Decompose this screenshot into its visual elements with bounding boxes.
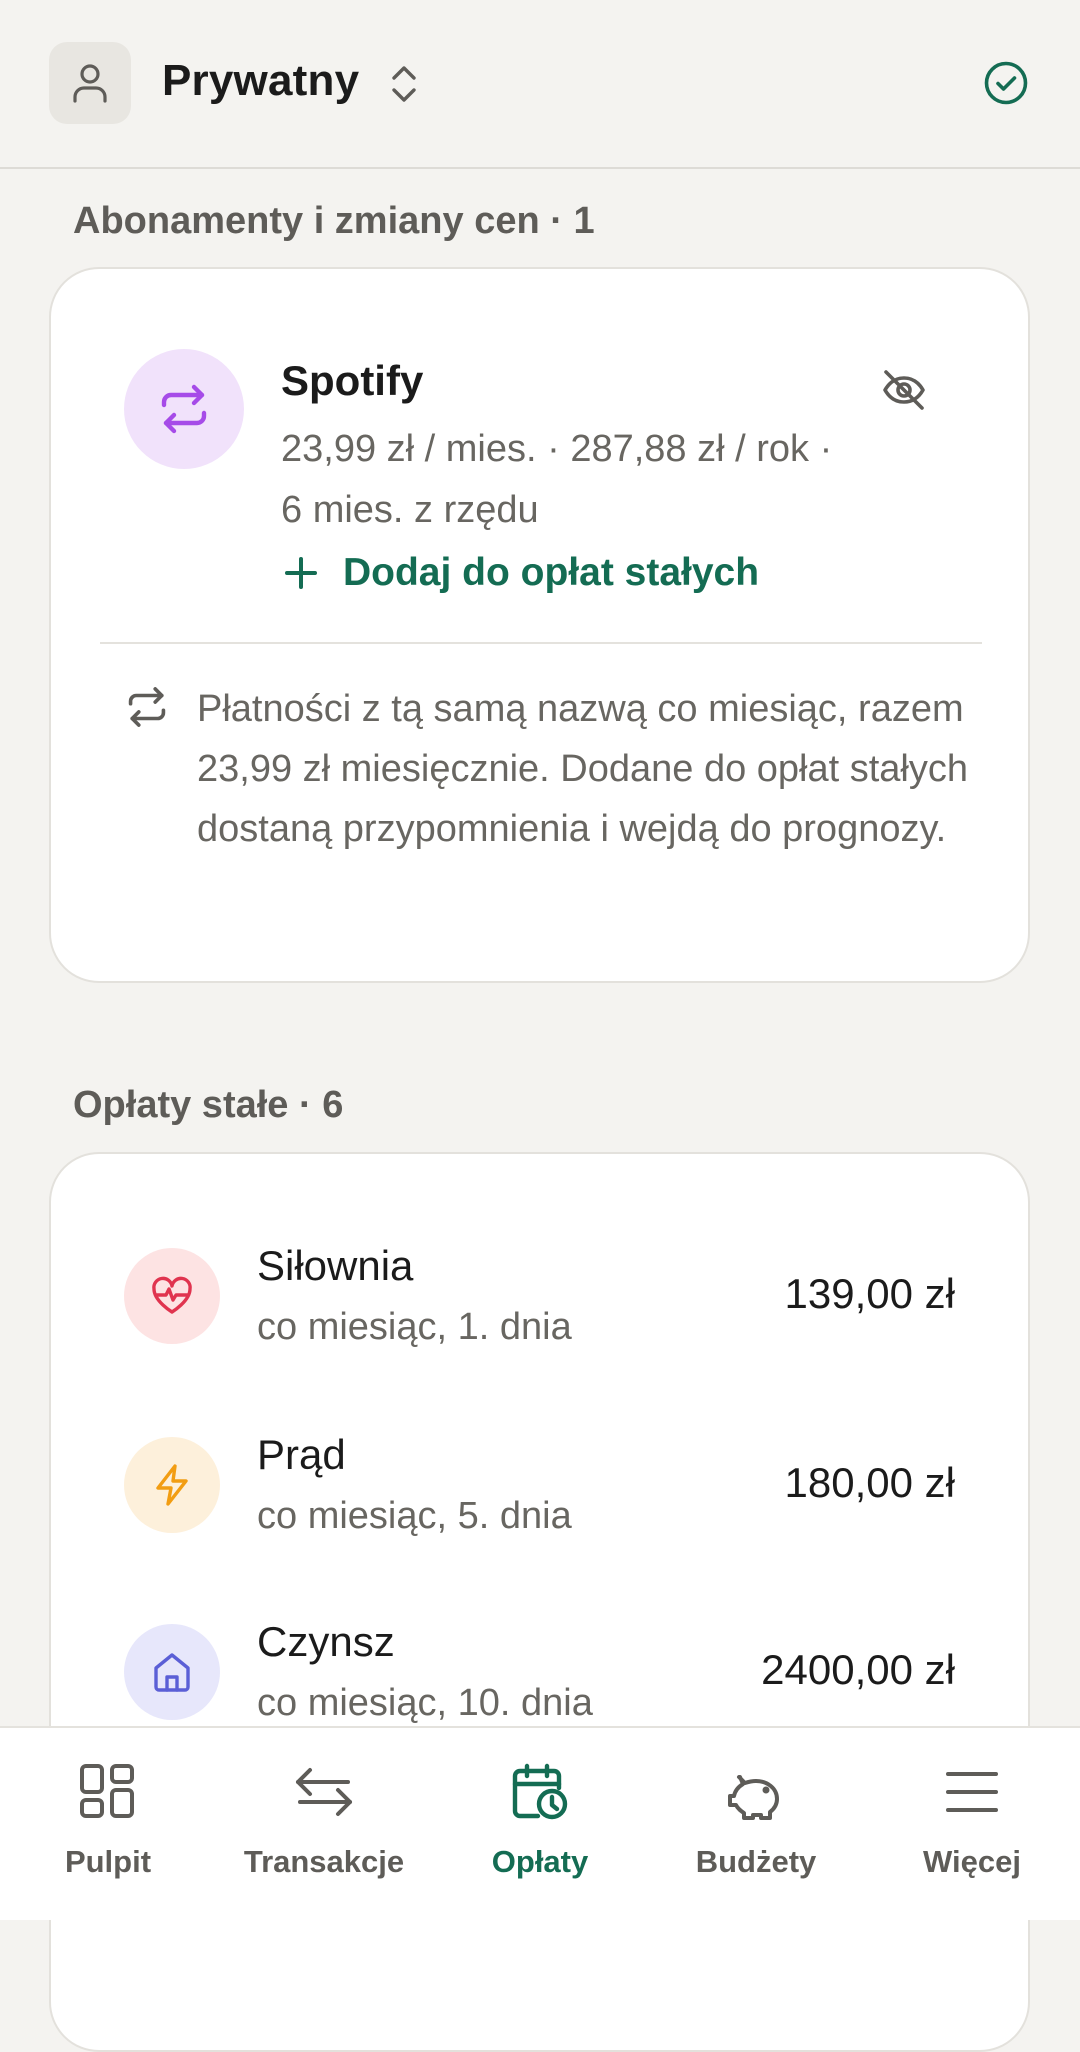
bill-amount: 139,00 zł [784,1270,955,1317]
nav-item-pulpit[interactable]: Pulpit [0,1728,216,1922]
bill-name: Prąd [257,1431,346,1478]
bill-name: Czynsz [257,1618,395,1665]
repeat-icon [124,684,170,730]
repeat-icon [156,381,212,437]
calendar-clock-icon [510,1762,570,1822]
nav-item-budzety[interactable]: Budżety [648,1728,864,1922]
app-header: Prywatny [0,0,1080,169]
bottom-navigation: Pulpit Transakcje Opłaty Budżety Więcej [0,1726,1080,1920]
chevron-up-down-icon[interactable] [386,62,422,106]
nav-label: Opłaty [491,1844,589,1879]
nav-label: Budżety [695,1844,817,1879]
menu-icon [942,1762,1002,1822]
bill-schedule: co miesiąc, 10. dnia [257,1682,593,1724]
bill-amount: 180,00 zł [784,1459,955,1506]
check-circle-icon[interactable] [983,60,1029,106]
home-icon [149,1649,195,1695]
nav-item-transakcje[interactable]: Transakcje [216,1728,432,1922]
subscription-avatar [124,349,244,469]
profile-name[interactable]: Prywatny [162,56,359,106]
bill-schedule: co miesiąc, 5. dnia [257,1495,572,1537]
subscription-info-text: Płatności z tą samą nazwą co miesiąc, ra… [197,688,969,850]
dashboard-icon [78,1762,138,1822]
subscription-details: 23,99 zł / mies. · 287,88 zł / rok · 6 m… [281,428,833,531]
divider [100,642,982,644]
bill-row-prad[interactable]: Prąd co miesiąc, 5. dnia 180,00 zł [51,1431,1028,1587]
plus-icon [283,555,319,591]
nav-label: Więcej [923,1844,1021,1879]
bill-avatar [124,1624,220,1720]
fixed-bills-section-title: Opłaty stałe · 6 [73,1084,344,1126]
bill-name: Siłownia [257,1242,414,1289]
heart-pulse-icon [149,1273,195,1319]
user-icon [70,61,110,105]
bill-row-silownia[interactable]: Siłownia co miesiąc, 1. dnia 139,00 zł [51,1242,1028,1398]
add-to-fixed-label: Dodaj do opłat stałych [343,551,760,594]
eye-off-icon[interactable] [879,365,929,415]
profile-button[interactable] [49,42,131,124]
bill-avatar [124,1248,220,1344]
nav-label: Transakcje [243,1844,405,1879]
piggy-bank-icon [726,1762,786,1822]
bill-avatar [124,1437,220,1533]
nav-item-wiecej[interactable]: Więcej [864,1728,1080,1922]
bill-amount: 2400,00 zł [761,1646,955,1693]
bill-schedule: co miesiąc, 1. dnia [257,1306,572,1348]
subscription-card: Spotify 23,99 zł / mies. · 287,88 zł / r… [49,267,1030,983]
lightning-icon [149,1462,195,1508]
nav-label: Pulpit [64,1844,152,1879]
subscription-name: Spotify [281,357,424,404]
arrows-exchange-icon [294,1762,354,1822]
nav-item-oplaty[interactable]: Opłaty [432,1728,648,1922]
subscriptions-section-title: Abonamenty i zmiany cen · 1 [73,200,595,242]
add-to-fixed-button[interactable]: Dodaj do opłat stałych [283,551,759,595]
